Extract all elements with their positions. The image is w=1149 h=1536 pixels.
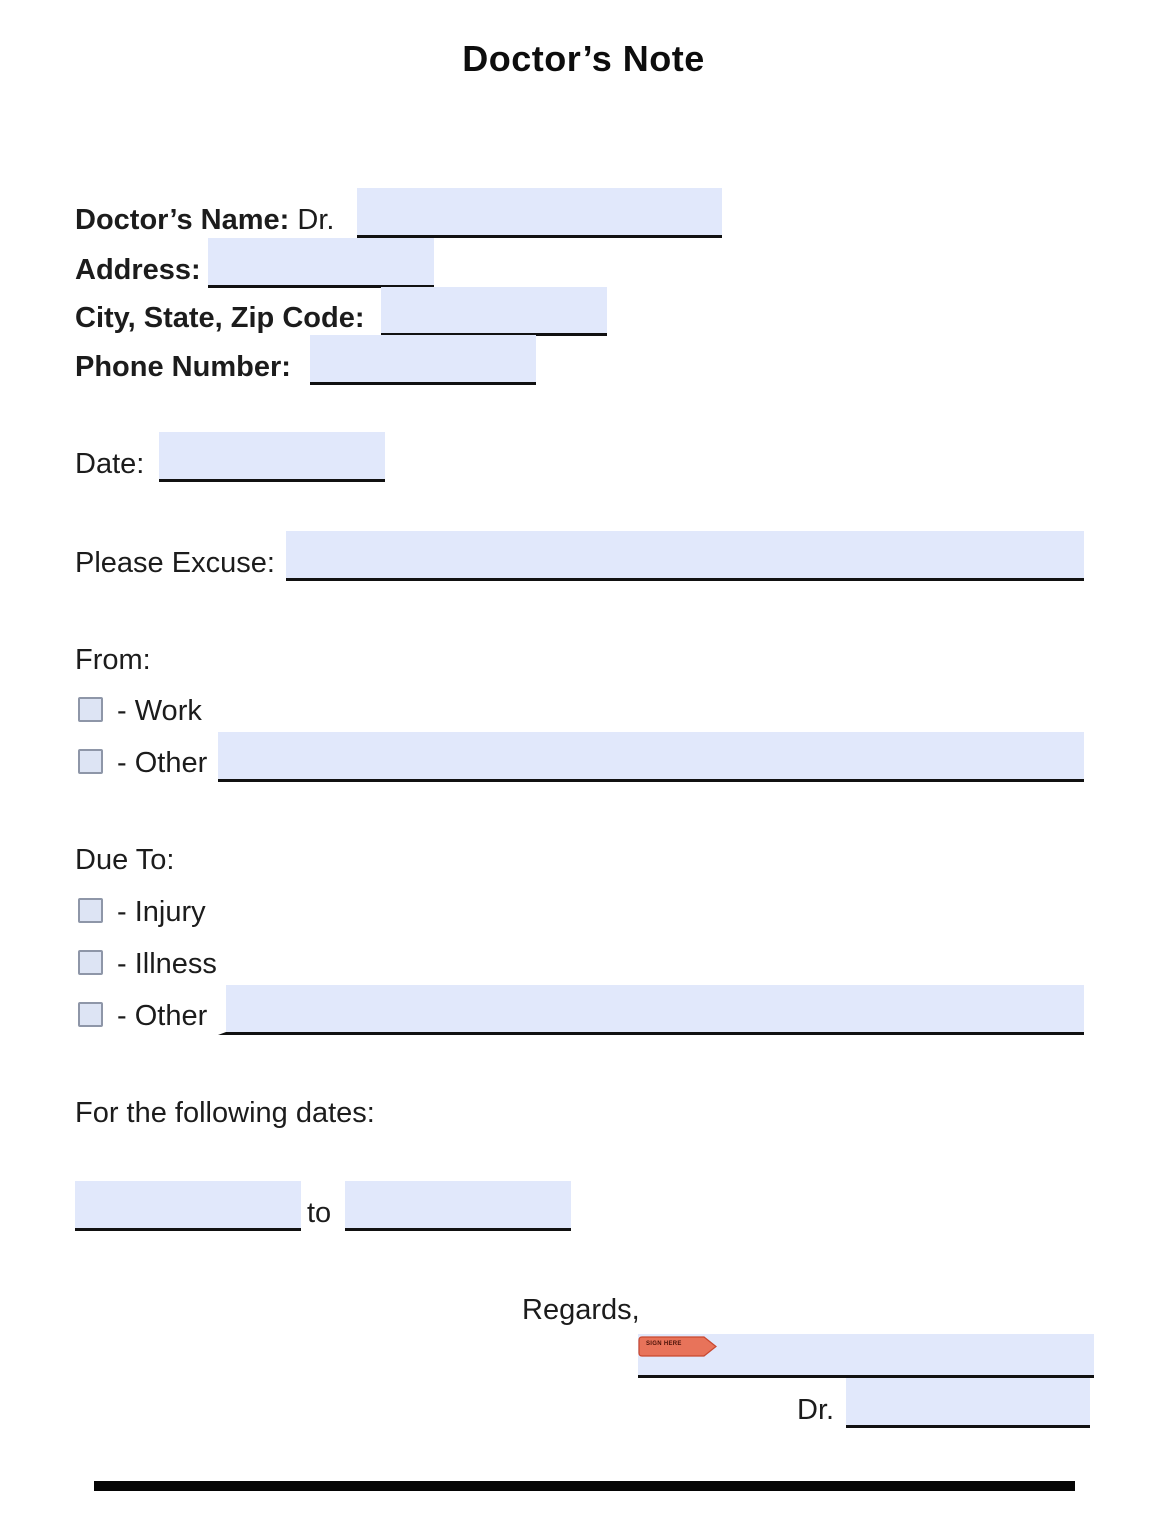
end-date-field[interactable] bbox=[345, 1181, 571, 1231]
start-date-field[interactable] bbox=[75, 1181, 301, 1231]
from-heading: From: bbox=[75, 644, 151, 676]
dr-prefix-label: Dr. bbox=[797, 1394, 835, 1426]
to-separator: to bbox=[307, 1197, 332, 1229]
due-to-other-checkbox[interactable] bbox=[78, 1002, 103, 1027]
phone-number-field[interactable] bbox=[310, 335, 536, 385]
from-work-checkbox[interactable] bbox=[78, 697, 103, 722]
from-work-label: - Work bbox=[117, 695, 202, 727]
due-to-other-field[interactable] bbox=[218, 985, 1084, 1035]
due-to-injury-label: - Injury bbox=[117, 896, 206, 928]
due-to-injury-checkbox[interactable] bbox=[78, 898, 103, 923]
doctor-signature-name-field[interactable] bbox=[846, 1378, 1090, 1428]
from-other-field[interactable] bbox=[218, 732, 1084, 782]
doctor-name-input[interactable] bbox=[357, 188, 722, 235]
due-to-other-input[interactable] bbox=[226, 985, 1084, 1032]
date-input[interactable] bbox=[159, 432, 385, 479]
following-dates-heading: For the following dates: bbox=[75, 1097, 375, 1129]
city-state-zip-field[interactable] bbox=[381, 287, 607, 336]
phone-number-label-text: Phone Number: bbox=[75, 351, 291, 383]
please-excuse-input[interactable] bbox=[286, 531, 1084, 578]
date-label: Date: bbox=[75, 448, 145, 480]
doctor-name-prefix: Dr. bbox=[297, 204, 335, 236]
page-title: Doctor’s Note bbox=[462, 38, 705, 79]
start-date-input[interactable] bbox=[75, 1181, 301, 1228]
from-other-label: - Other bbox=[117, 747, 208, 779]
footer-divider bbox=[94, 1481, 1075, 1491]
address-field[interactable] bbox=[208, 238, 434, 288]
address-label: Address: bbox=[75, 253, 201, 287]
from-other-input[interactable] bbox=[218, 732, 1084, 779]
address-label-text: Address: bbox=[75, 254, 201, 286]
sign-here-tag-text: SIGN HERE bbox=[646, 1341, 682, 1347]
address-input[interactable] bbox=[208, 238, 434, 285]
phone-number-input[interactable] bbox=[310, 335, 536, 382]
city-state-zip-label-text: City, State, Zip Code: bbox=[75, 302, 365, 334]
please-excuse-field[interactable] bbox=[286, 531, 1084, 581]
doctor-signature-name-input[interactable] bbox=[846, 1378, 1090, 1425]
end-date-input[interactable] bbox=[345, 1181, 571, 1228]
city-state-zip-label: City, State, Zip Code: bbox=[75, 301, 364, 335]
city-state-zip-input[interactable] bbox=[381, 287, 607, 333]
date-field[interactable] bbox=[159, 432, 385, 482]
phone-number-label: Phone Number: bbox=[75, 350, 291, 384]
please-excuse-label: Please Excuse: bbox=[75, 547, 275, 579]
doctor-name-label: Doctor’s Name: bbox=[75, 204, 290, 236]
from-other-checkbox[interactable] bbox=[78, 749, 103, 774]
due-to-other-label: - Other bbox=[117, 1000, 208, 1032]
doctor-name-field[interactable] bbox=[357, 188, 722, 238]
due-to-illness-checkbox[interactable] bbox=[78, 950, 103, 975]
regards-text: Regards, bbox=[522, 1294, 640, 1326]
due-to-heading: Due To: bbox=[75, 844, 175, 876]
doctor-name-label-row: Doctor’s Name: Dr. bbox=[75, 203, 334, 237]
sign-here-tag[interactable]: SIGN HERE bbox=[638, 1336, 718, 1357]
due-to-illness-label: - Illness bbox=[117, 948, 217, 980]
